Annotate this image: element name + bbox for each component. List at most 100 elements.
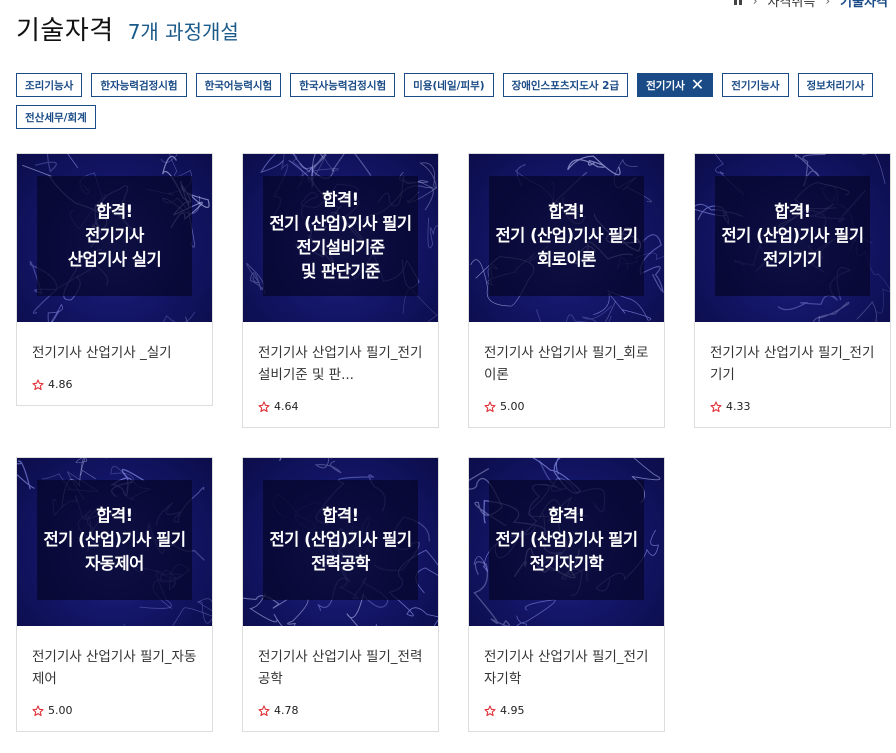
thumbnail-caption-line: 전기기사 bbox=[85, 226, 144, 245]
rating-value: 5.00 bbox=[500, 400, 525, 413]
filter-chip[interactable]: 전기기능사 bbox=[722, 73, 789, 97]
course-thumbnail[interactable]: 합격! 전기기사 산업기사 실기 bbox=[17, 154, 212, 322]
course-card[interactable]: 합격! 전기 (산업)기사 필기 전기자기학전기기사 산업기사 필기_전기자기학 4.… bbox=[468, 457, 665, 732]
filter-chip[interactable]: 미용(네일/피부) bbox=[404, 73, 494, 97]
filter-chip[interactable]: 한자능력검정시험 bbox=[91, 73, 187, 97]
course-rating: 4.86 bbox=[32, 378, 197, 391]
thumbnail-caption-line: 자동제어 bbox=[85, 554, 144, 573]
thumbnail-caption-line: 전기 (산업)기사 필기 bbox=[269, 214, 412, 233]
course-thumbnail[interactable]: 합격! 전기 (산업)기사 필기 전력공학 bbox=[243, 458, 438, 626]
filter-chip[interactable]: 장애인스포츠지도사 2급 bbox=[502, 73, 629, 97]
rating-value: 4.95 bbox=[500, 704, 525, 717]
thumbnail-caption-line: 합격! bbox=[96, 506, 133, 525]
filter-chip-label: 미용(네일/피부) bbox=[413, 79, 485, 92]
course-rating: 4.33 bbox=[710, 400, 875, 413]
course-card[interactable]: 합격! 전기 (산업)기사 필기 전기설비기준 및 판단기준 전기기사 산업기사 필기_… bbox=[242, 153, 439, 428]
course-thumbnail[interactable]: 합격! 전기 (산업)기사 필기자동제어 bbox=[17, 458, 212, 626]
thumbnail-caption-box: 합격! 전기 (산업)기사 필기 전기기기 bbox=[715, 176, 870, 296]
course-card-body: 전기기사 산업기사 필기_자동제어 5.00 bbox=[17, 626, 212, 731]
course-grid: 합격! 전기기사 산업기사 실기 전기기사 산업기사 _실기 4.86 합격! 전기 (산업… bbox=[16, 153, 891, 732]
thumbnail-caption-box: 합격! 전기 (산업)기사 필기 전기설비기준 및 판단기준 bbox=[263, 176, 418, 296]
star-outline-icon bbox=[32, 378, 44, 390]
rating-value: 4.33 bbox=[726, 400, 751, 413]
breadcrumb-current: 기술자격 bbox=[840, 0, 888, 10]
filter-chip[interactable]: 조리기능사 bbox=[16, 73, 83, 97]
thumbnail-caption-line: 전기기기 bbox=[763, 250, 822, 269]
thumbnail-caption-box: 합격! 전기 (산업)기사 필기 전력공학 bbox=[263, 480, 418, 600]
thumbnail-caption-line: 전기설비기준 bbox=[296, 238, 385, 257]
thumbnail-caption-box: 합격! 전기 (산업)기사 필기 회로이론 bbox=[489, 176, 644, 296]
category-filters: 조리기능사 한자능력검정시험 한국어능력시험 한국사능력검정시험 미용(네일/피부) 장애… bbox=[16, 73, 876, 129]
course-card-body: 전기기사 산업기사 _실기 4.86 bbox=[17, 322, 212, 405]
course-card[interactable]: 합격! 전기 (산업)기사 필기자동제어전기기사 산업기사 필기_자동제어 5.00 bbox=[16, 457, 213, 732]
page-title: 기술자격 bbox=[16, 16, 114, 46]
thumbnail-caption-line: 합격! bbox=[96, 202, 133, 221]
thumbnail-caption-line: 전력공학 bbox=[311, 554, 370, 573]
star-outline-icon bbox=[484, 400, 496, 412]
filter-chip-label: 전기기사 bbox=[646, 79, 685, 92]
course-card[interactable]: 합격! 전기 (산업)기사 필기 전기기기전기기사 산업기사 필기_전기기기 4.33 bbox=[694, 153, 891, 428]
rating-value: 5.00 bbox=[48, 704, 73, 717]
course-card-body: 전기기사 산업기사 필기_전기설비기준 및 판... 4.64 bbox=[243, 322, 438, 427]
filter-chip[interactable]: 한국어능력시험 bbox=[195, 73, 282, 97]
filter-chip-label: 장애인스포츠지도사 2급 bbox=[511, 79, 620, 92]
filter-chip[interactable]: 전산세무/회계 bbox=[16, 105, 96, 129]
thumbnail-caption-line: 회로이론 bbox=[537, 250, 596, 269]
course-card-body: 전기기사 산업기사 필기_전력공학 4.78 bbox=[243, 626, 438, 731]
course-thumbnail[interactable]: 합격! 전기 (산업)기사 필기 회로이론 bbox=[469, 154, 664, 322]
chevron-right-icon: › bbox=[825, 0, 831, 8]
course-title[interactable]: 전기기사 산업기사 _실기 bbox=[32, 342, 197, 364]
thumbnail-caption-line: 전기자기학 bbox=[529, 554, 604, 573]
course-rating: 4.64 bbox=[258, 400, 423, 413]
home-icon[interactable] bbox=[733, 0, 743, 6]
course-rating: 4.78 bbox=[258, 704, 423, 717]
filter-chip[interactable]: 한국사능력검정시험 bbox=[290, 73, 396, 97]
filter-chip[interactable]: 전기기사 ✕ bbox=[637, 73, 714, 97]
course-rating: 5.00 bbox=[32, 704, 197, 717]
filter-chip-label: 전기기능사 bbox=[731, 79, 780, 92]
course-count: 7개 과정개설 bbox=[127, 20, 239, 44]
breadcrumb-item[interactable]: 자격취득 bbox=[768, 0, 816, 10]
rating-value: 4.86 bbox=[48, 378, 73, 391]
course-title[interactable]: 전기기사 산업기사 필기_회로이론 bbox=[484, 342, 649, 386]
filter-chip-label: 전산세무/회계 bbox=[25, 111, 87, 124]
thumbnail-caption-line: 합격! bbox=[548, 202, 585, 221]
course-title[interactable]: 전기기사 산업기사 필기_전기자기학 bbox=[484, 646, 649, 690]
course-thumbnail[interactable]: 합격! 전기 (산업)기사 필기 전기기기 bbox=[695, 154, 890, 322]
course-rating: 5.00 bbox=[484, 400, 649, 413]
course-card[interactable]: 합격! 전기 (산업)기사 필기 회로이론전기기사 산업기사 필기_회로이론 5.00 bbox=[468, 153, 665, 428]
breadcrumb: › 자격취득 › 기술자격 bbox=[733, 0, 888, 10]
course-card[interactable]: 합격! 전기 (산업)기사 필기 전력공학전기기사 산업기사 필기_전력공학 4.78 bbox=[242, 457, 439, 732]
course-title[interactable]: 전기기사 산업기사 필기_전기기기 bbox=[710, 342, 875, 386]
course-card[interactable]: 합격! 전기기사 산업기사 실기 전기기사 산업기사 _실기 4.86 bbox=[16, 153, 213, 406]
filter-chip-label: 정보처리기사 bbox=[806, 79, 865, 92]
rating-value: 4.78 bbox=[274, 704, 299, 717]
course-thumbnail[interactable]: 합격! 전기 (산업)기사 필기 전기자기학 bbox=[469, 458, 664, 626]
filter-chip[interactable]: 정보처리기사 bbox=[797, 73, 874, 97]
course-title[interactable]: 전기기사 산업기사 필기_자동제어 bbox=[32, 646, 197, 690]
thumbnail-caption-line: 합격! bbox=[322, 506, 359, 525]
thumbnail-caption-line: 합격! bbox=[548, 506, 585, 525]
course-card-body: 전기기사 산업기사 필기_회로이론 5.00 bbox=[469, 322, 664, 427]
chevron-right-icon: › bbox=[752, 0, 758, 8]
thumbnail-caption-box: 합격! 전기기사 산업기사 실기 bbox=[37, 176, 192, 296]
thumbnail-caption-line: 합격! bbox=[774, 202, 811, 221]
course-card-body: 전기기사 산업기사 필기_전기기기 4.33 bbox=[695, 322, 890, 427]
filter-chip-label: 조리기능사 bbox=[25, 79, 74, 92]
star-outline-icon bbox=[32, 704, 44, 716]
thumbnail-caption-box: 합격! 전기 (산업)기사 필기 전기자기학 bbox=[489, 480, 644, 600]
filter-chip-label: 한국사능력검정시험 bbox=[299, 79, 387, 92]
course-title[interactable]: 전기기사 산업기사 필기_전기설비기준 및 판... bbox=[258, 342, 423, 386]
page-header: 기술자격 7개 과정개설 bbox=[16, 10, 239, 47]
course-card-body: 전기기사 산업기사 필기_전기자기학 4.95 bbox=[469, 626, 664, 731]
thumbnail-caption-line: 및 판단기준 bbox=[301, 262, 380, 281]
thumbnail-caption-box: 합격! 전기 (산업)기사 필기자동제어 bbox=[37, 480, 192, 600]
close-icon[interactable]: ✕ bbox=[691, 77, 704, 93]
course-rating: 4.95 bbox=[484, 704, 649, 717]
star-outline-icon bbox=[258, 400, 270, 412]
rating-value: 4.64 bbox=[274, 400, 299, 413]
course-thumbnail[interactable]: 합격! 전기 (산업)기사 필기 전기설비기준 및 판단기준 bbox=[243, 154, 438, 322]
course-title[interactable]: 전기기사 산업기사 필기_전력공학 bbox=[258, 646, 423, 690]
star-outline-icon bbox=[258, 704, 270, 716]
thumbnail-caption-line: 전기 (산업)기사 필기 bbox=[43, 530, 186, 549]
